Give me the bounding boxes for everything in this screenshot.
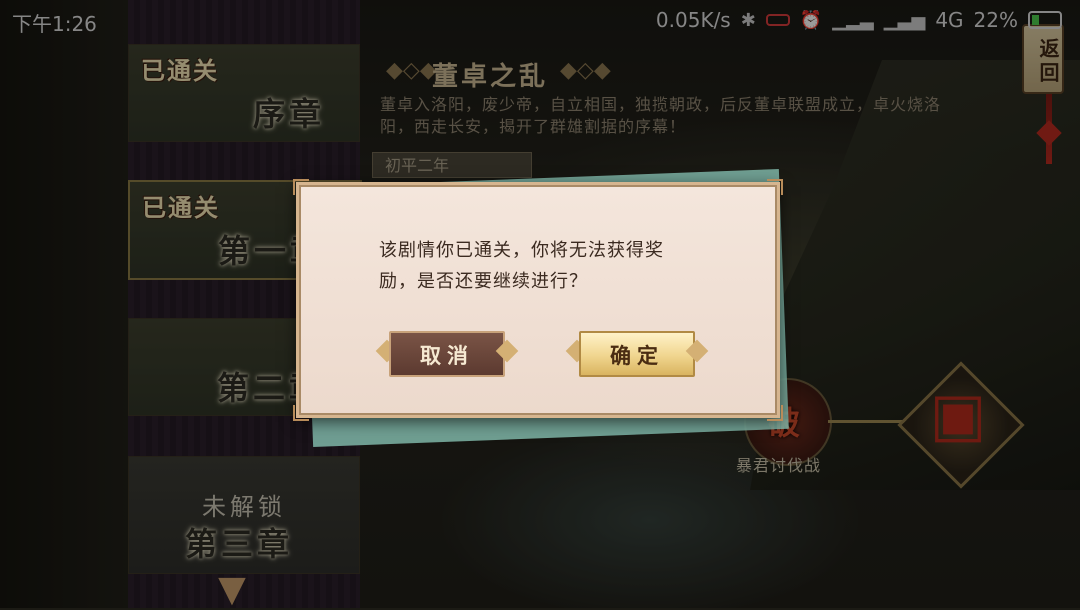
dialog-message: 该剧情你已通关，你将无法获得奖励，是否还要继续进行？ xyxy=(379,240,664,292)
confirm-button[interactable]: 确定 xyxy=(579,331,695,377)
corner-ornament-icon xyxy=(293,179,309,195)
cancel-button[interactable]: 取消 xyxy=(389,331,505,377)
confirm-dialog: 该剧情你已通关，你将无法获得奖励，是否还要继续进行？ 取消 确定 xyxy=(293,179,783,421)
corner-ornament-icon xyxy=(767,179,783,195)
corner-ornament-icon xyxy=(293,405,309,421)
corner-ornament-icon xyxy=(767,405,783,421)
